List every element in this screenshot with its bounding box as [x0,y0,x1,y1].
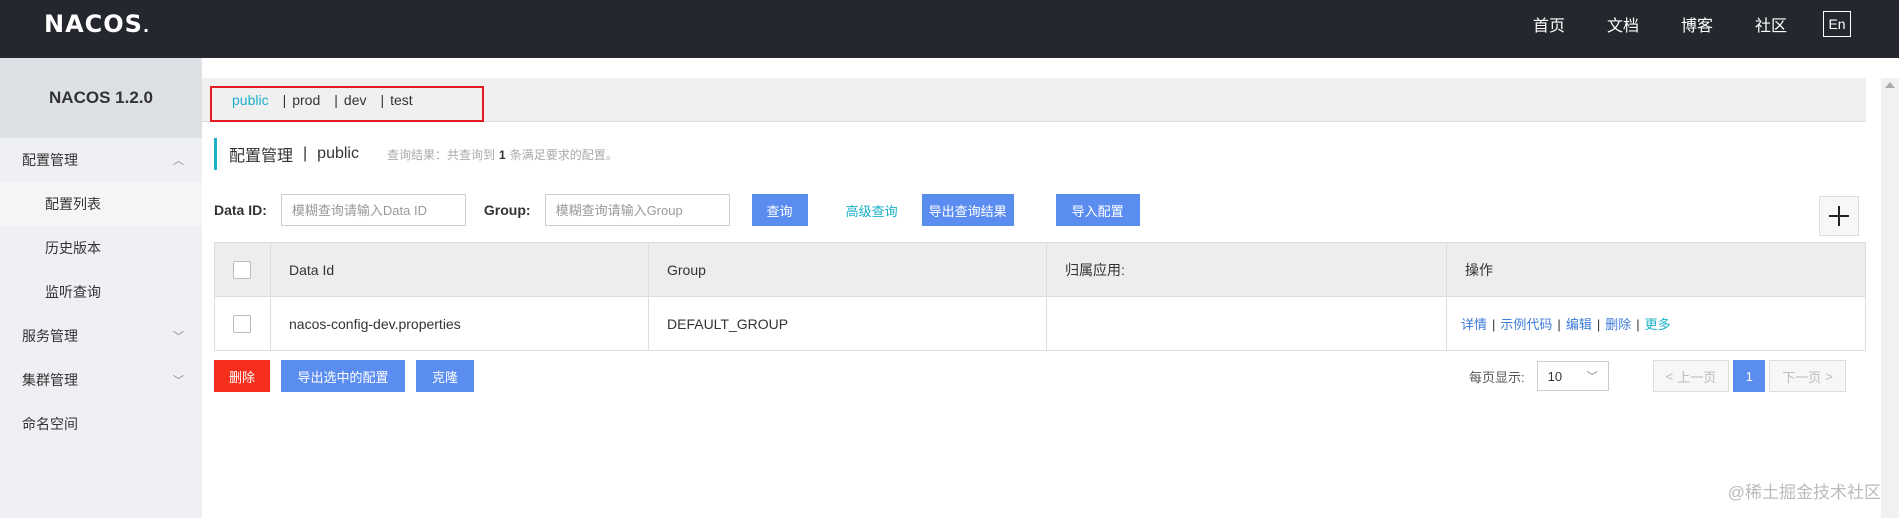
table-header-row: Data Id Group 归属应用: 操作 [214,242,1866,297]
page-header: 配置管理 | public 查询结果：共查询到 1 条满足要求的配置。 [214,138,618,170]
more-link[interactable]: 更多 [1645,317,1671,332]
search-button[interactable]: 查询 [751,194,808,226]
sidebar-group-label: 命名空间 [22,416,78,432]
cell-data-id: nacos-config-dev.properties [270,296,649,351]
sidebar-item-namespace[interactable]: 命名空间 [0,402,202,446]
sidebar-item-history[interactable]: 历史版本 [0,226,202,270]
sidebar-group-label: 服务管理 [22,328,78,344]
sidebar-group-label: 配置管理 [22,152,78,168]
query-result-info: 查询结果：共查询到 1 条满足要求的配置。 [387,146,618,163]
sidebar: NACOS 1.2.0 配置管理 ︿ 配置列表 历史版本 监听查询 服务管理 ﹀… [0,58,202,518]
group-label: Group: [483,202,531,218]
next-page-button[interactable]: 下一页 > [1769,360,1846,392]
column-header-data-id: Data Id [270,242,649,297]
delete-link[interactable]: 删除 [1605,317,1631,332]
advanced-search-link[interactable]: 高级查询 [846,201,898,220]
column-header-group: Group [648,242,1047,297]
chevron-left-icon: < [1665,368,1674,384]
op-separator: | [1492,317,1496,332]
nav-docs-link[interactable]: 文档 [1607,12,1639,36]
chevron-up-icon: ︿ [173,155,184,167]
op-separator: | [1557,317,1561,332]
column-header-actions: 操作 [1446,242,1866,297]
nacos-logo[interactable]: NACOS. [44,10,150,38]
chevron-down-icon: ﹀ [1586,371,1598,383]
sidebar-item-listener-query[interactable]: 监听查询 [0,270,202,314]
logo-dot: . [142,17,151,36]
group-input[interactable] [544,194,730,226]
vertical-scrollbar[interactable] [1881,78,1899,518]
nav-blog-link[interactable]: 博客 [1681,12,1713,36]
op-separator: | [1636,317,1640,332]
table-row: nacos-config-dev.properties DEFAULT_GROU… [214,296,1866,351]
clone-button[interactable]: 克隆 [416,360,474,392]
page-title-separator: | [303,145,308,162]
next-page-label: 下一页 [1782,369,1822,385]
import-config-button[interactable]: 导入配置 [1055,194,1140,226]
sample-code-link[interactable]: 示例代码 [1500,317,1552,332]
sidebar-version-title: NACOS 1.2.0 [0,58,202,138]
main-content: public | prod | dev | test 配置管理 | public… [202,58,1899,518]
add-config-button[interactable] [1819,196,1859,236]
prev-page-button[interactable]: < 上一页 [1652,360,1730,392]
top-nav-links: 首页 文档 博客 社区 En [1533,0,1899,48]
select-all-checkbox[interactable] [233,260,251,279]
filter-bar: Data ID: Group: 查询 高级查询 导出查询结果 导入配置 [214,194,1140,226]
namespace-highlight-box [210,86,484,122]
watermark: @稀土掘金技术社区 [1727,483,1881,502]
row-select-cell [214,296,271,351]
logo-text: NACOS [44,10,143,38]
sidebar-item-config-list[interactable]: 配置列表 [0,182,202,226]
page-size-select[interactable]: 10 ﹀ [1536,361,1609,391]
page-namespace: public [317,145,359,162]
nav-community-link[interactable]: 社区 [1755,12,1787,36]
cell-group: DEFAULT_GROUP [648,296,1047,351]
data-id-label: Data ID: [214,202,267,218]
column-header-app: 归属应用: [1046,242,1447,297]
nav-home-link[interactable]: 首页 [1533,12,1565,36]
export-selected-button[interactable]: 导出选中的配置 [281,360,405,392]
query-result-suffix: 条满足要求的配置。 [509,147,618,162]
current-page-button[interactable]: 1 [1733,360,1766,392]
language-switch-button[interactable]: En [1823,11,1851,37]
chevron-down-icon: ﹀ [173,375,184,387]
pagination: 每页显示: 10 ﹀ < 上一页 1 下一页 > [1469,360,1846,392]
sidebar-group-label: 集群管理 [22,372,78,388]
detail-link[interactable]: 详情 [1461,317,1487,332]
bulk-delete-button[interactable]: 删除 [214,360,270,392]
page-size-value: 10 [1547,368,1563,384]
page-title: 配置管理 [229,148,294,165]
export-query-results-button[interactable]: 导出查询结果 [921,194,1014,226]
sidebar-group-cluster-management[interactable]: 集群管理 ﹀ [0,358,202,402]
scroll-up-arrow-icon[interactable] [1885,82,1895,88]
query-result-count: 1 [499,147,506,162]
row-checkbox[interactable] [233,314,251,333]
data-id-input[interactable] [280,194,466,226]
chevron-down-icon: ﹀ [173,331,184,343]
top-navbar: NACOS. 首页 文档 博客 社区 En [0,0,1899,58]
edit-link[interactable]: 编辑 [1566,317,1592,332]
page-size-label: 每页显示: [1469,369,1525,385]
cell-app [1046,296,1447,351]
sidebar-group-service-management[interactable]: 服务管理 ﹀ [0,314,202,358]
cell-actions: 详情 | 示例代码 | 编辑 | 删除 | 更多 [1446,296,1866,351]
plus-icon [1829,206,1849,226]
bulk-actions: 删除 导出选中的配置 克隆 [214,360,474,392]
op-separator: | [1596,317,1601,332]
prev-page-label: 上一页 [1677,369,1717,385]
sidebar-group-config-management[interactable]: 配置管理 ︿ [0,138,202,182]
select-all-cell [214,242,271,297]
chevron-right-icon: > [1825,368,1833,384]
query-result-prefix: 查询结果：共查询到 [386,147,495,162]
config-table: Data Id Group 归属应用: 操作 nacos-config-dev.… [214,242,1866,351]
